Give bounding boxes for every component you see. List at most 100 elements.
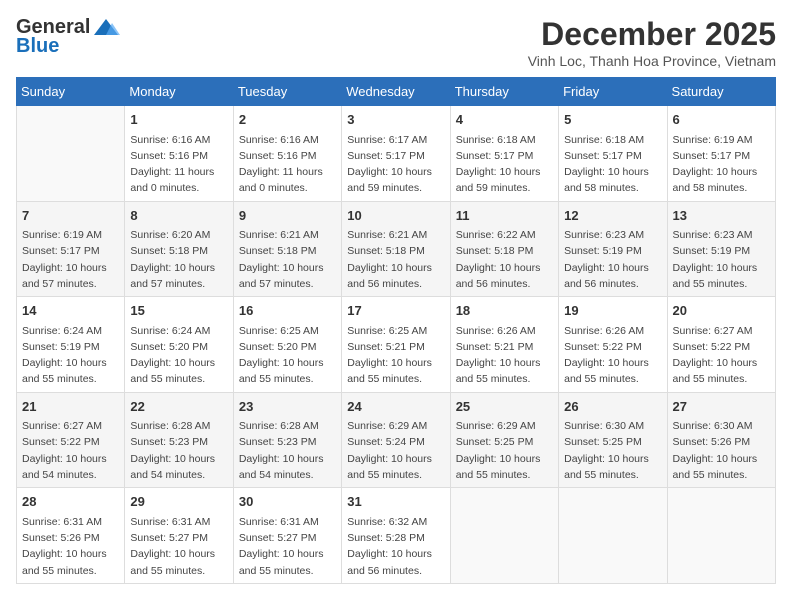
day-cell: 15Sunrise: 6:24 AMSunset: 5:20 PMDayligh…	[125, 297, 233, 393]
day-info: Sunrise: 6:28 AMSunset: 5:23 PMDaylight:…	[130, 418, 227, 483]
week-row-3: 14Sunrise: 6:24 AMSunset: 5:19 PMDayligh…	[17, 297, 776, 393]
day-number: 13	[673, 206, 770, 226]
week-row-1: 1Sunrise: 6:16 AMSunset: 5:16 PMDaylight…	[17, 106, 776, 202]
day-cell: 12Sunrise: 6:23 AMSunset: 5:19 PMDayligh…	[559, 201, 667, 297]
col-header-tuesday: Tuesday	[233, 78, 341, 106]
logo-blue-text: Blue	[16, 35, 59, 58]
day-number: 18	[456, 301, 553, 321]
day-info: Sunrise: 6:17 AMSunset: 5:17 PMDaylight:…	[347, 132, 444, 197]
day-cell: 22Sunrise: 6:28 AMSunset: 5:23 PMDayligh…	[125, 392, 233, 488]
day-cell: 30Sunrise: 6:31 AMSunset: 5:27 PMDayligh…	[233, 488, 341, 584]
day-cell: 18Sunrise: 6:26 AMSunset: 5:21 PMDayligh…	[450, 297, 558, 393]
day-cell: 8Sunrise: 6:20 AMSunset: 5:18 PMDaylight…	[125, 201, 233, 297]
day-number: 28	[22, 492, 119, 512]
calendar-table: SundayMondayTuesdayWednesdayThursdayFrid…	[16, 77, 776, 584]
day-cell: 13Sunrise: 6:23 AMSunset: 5:19 PMDayligh…	[667, 201, 775, 297]
day-info: Sunrise: 6:32 AMSunset: 5:28 PMDaylight:…	[347, 514, 444, 579]
day-cell: 11Sunrise: 6:22 AMSunset: 5:18 PMDayligh…	[450, 201, 558, 297]
header-row: SundayMondayTuesdayWednesdayThursdayFrid…	[17, 78, 776, 106]
day-number: 21	[22, 397, 119, 417]
day-info: Sunrise: 6:30 AMSunset: 5:26 PMDaylight:…	[673, 418, 770, 483]
day-info: Sunrise: 6:24 AMSunset: 5:19 PMDaylight:…	[22, 323, 119, 388]
col-header-wednesday: Wednesday	[342, 78, 450, 106]
day-info: Sunrise: 6:21 AMSunset: 5:18 PMDaylight:…	[347, 227, 444, 292]
day-number: 12	[564, 206, 661, 226]
day-cell	[17, 106, 125, 202]
day-cell: 26Sunrise: 6:30 AMSunset: 5:25 PMDayligh…	[559, 392, 667, 488]
day-cell: 19Sunrise: 6:26 AMSunset: 5:22 PMDayligh…	[559, 297, 667, 393]
day-number: 31	[347, 492, 444, 512]
day-cell: 7Sunrise: 6:19 AMSunset: 5:17 PMDaylight…	[17, 201, 125, 297]
day-cell: 17Sunrise: 6:25 AMSunset: 5:21 PMDayligh…	[342, 297, 450, 393]
day-info: Sunrise: 6:19 AMSunset: 5:17 PMDaylight:…	[673, 132, 770, 197]
day-number: 29	[130, 492, 227, 512]
day-number: 11	[456, 206, 553, 226]
day-cell	[559, 488, 667, 584]
day-cell: 29Sunrise: 6:31 AMSunset: 5:27 PMDayligh…	[125, 488, 233, 584]
day-info: Sunrise: 6:30 AMSunset: 5:25 PMDaylight:…	[564, 418, 661, 483]
col-header-monday: Monday	[125, 78, 233, 106]
day-number: 23	[239, 397, 336, 417]
day-cell: 10Sunrise: 6:21 AMSunset: 5:18 PMDayligh…	[342, 201, 450, 297]
day-number: 2	[239, 110, 336, 130]
day-info: Sunrise: 6:16 AMSunset: 5:16 PMDaylight:…	[130, 132, 227, 197]
day-cell: 16Sunrise: 6:25 AMSunset: 5:20 PMDayligh…	[233, 297, 341, 393]
header: General Blue December 2025 Vinh Loc, Tha…	[16, 16, 776, 69]
day-info: Sunrise: 6:25 AMSunset: 5:21 PMDaylight:…	[347, 323, 444, 388]
day-info: Sunrise: 6:22 AMSunset: 5:18 PMDaylight:…	[456, 227, 553, 292]
day-info: Sunrise: 6:31 AMSunset: 5:26 PMDaylight:…	[22, 514, 119, 579]
day-number: 14	[22, 301, 119, 321]
col-header-saturday: Saturday	[667, 78, 775, 106]
subtitle: Vinh Loc, Thanh Hoa Province, Vietnam	[528, 53, 776, 69]
day-number: 9	[239, 206, 336, 226]
day-info: Sunrise: 6:29 AMSunset: 5:24 PMDaylight:…	[347, 418, 444, 483]
day-cell: 2Sunrise: 6:16 AMSunset: 5:16 PMDaylight…	[233, 106, 341, 202]
day-info: Sunrise: 6:31 AMSunset: 5:27 PMDaylight:…	[239, 514, 336, 579]
day-cell: 1Sunrise: 6:16 AMSunset: 5:16 PMDaylight…	[125, 106, 233, 202]
day-cell: 25Sunrise: 6:29 AMSunset: 5:25 PMDayligh…	[450, 392, 558, 488]
day-cell: 4Sunrise: 6:18 AMSunset: 5:17 PMDaylight…	[450, 106, 558, 202]
day-cell	[450, 488, 558, 584]
day-number: 8	[130, 206, 227, 226]
logo-icon	[92, 17, 120, 39]
day-number: 24	[347, 397, 444, 417]
day-number: 5	[564, 110, 661, 130]
col-header-sunday: Sunday	[17, 78, 125, 106]
day-cell: 21Sunrise: 6:27 AMSunset: 5:22 PMDayligh…	[17, 392, 125, 488]
day-info: Sunrise: 6:31 AMSunset: 5:27 PMDaylight:…	[130, 514, 227, 579]
day-info: Sunrise: 6:21 AMSunset: 5:18 PMDaylight:…	[239, 227, 336, 292]
col-header-friday: Friday	[559, 78, 667, 106]
week-row-4: 21Sunrise: 6:27 AMSunset: 5:22 PMDayligh…	[17, 392, 776, 488]
logo: General Blue	[16, 16, 120, 58]
day-cell: 31Sunrise: 6:32 AMSunset: 5:28 PMDayligh…	[342, 488, 450, 584]
day-info: Sunrise: 6:26 AMSunset: 5:22 PMDaylight:…	[564, 323, 661, 388]
day-number: 3	[347, 110, 444, 130]
day-number: 15	[130, 301, 227, 321]
title-area: December 2025 Vinh Loc, Thanh Hoa Provin…	[528, 16, 776, 69]
day-info: Sunrise: 6:27 AMSunset: 5:22 PMDaylight:…	[673, 323, 770, 388]
day-info: Sunrise: 6:23 AMSunset: 5:19 PMDaylight:…	[673, 227, 770, 292]
day-cell: 28Sunrise: 6:31 AMSunset: 5:26 PMDayligh…	[17, 488, 125, 584]
day-cell	[667, 488, 775, 584]
day-info: Sunrise: 6:20 AMSunset: 5:18 PMDaylight:…	[130, 227, 227, 292]
day-cell: 9Sunrise: 6:21 AMSunset: 5:18 PMDaylight…	[233, 201, 341, 297]
day-cell: 3Sunrise: 6:17 AMSunset: 5:17 PMDaylight…	[342, 106, 450, 202]
day-number: 17	[347, 301, 444, 321]
week-row-2: 7Sunrise: 6:19 AMSunset: 5:17 PMDaylight…	[17, 201, 776, 297]
day-number: 22	[130, 397, 227, 417]
day-info: Sunrise: 6:26 AMSunset: 5:21 PMDaylight:…	[456, 323, 553, 388]
day-cell: 6Sunrise: 6:19 AMSunset: 5:17 PMDaylight…	[667, 106, 775, 202]
day-cell: 24Sunrise: 6:29 AMSunset: 5:24 PMDayligh…	[342, 392, 450, 488]
day-number: 25	[456, 397, 553, 417]
day-info: Sunrise: 6:27 AMSunset: 5:22 PMDaylight:…	[22, 418, 119, 483]
day-number: 4	[456, 110, 553, 130]
day-info: Sunrise: 6:24 AMSunset: 5:20 PMDaylight:…	[130, 323, 227, 388]
day-info: Sunrise: 6:23 AMSunset: 5:19 PMDaylight:…	[564, 227, 661, 292]
day-number: 10	[347, 206, 444, 226]
day-number: 27	[673, 397, 770, 417]
day-info: Sunrise: 6:29 AMSunset: 5:25 PMDaylight:…	[456, 418, 553, 483]
day-number: 20	[673, 301, 770, 321]
day-number: 30	[239, 492, 336, 512]
day-info: Sunrise: 6:16 AMSunset: 5:16 PMDaylight:…	[239, 132, 336, 197]
day-number: 26	[564, 397, 661, 417]
